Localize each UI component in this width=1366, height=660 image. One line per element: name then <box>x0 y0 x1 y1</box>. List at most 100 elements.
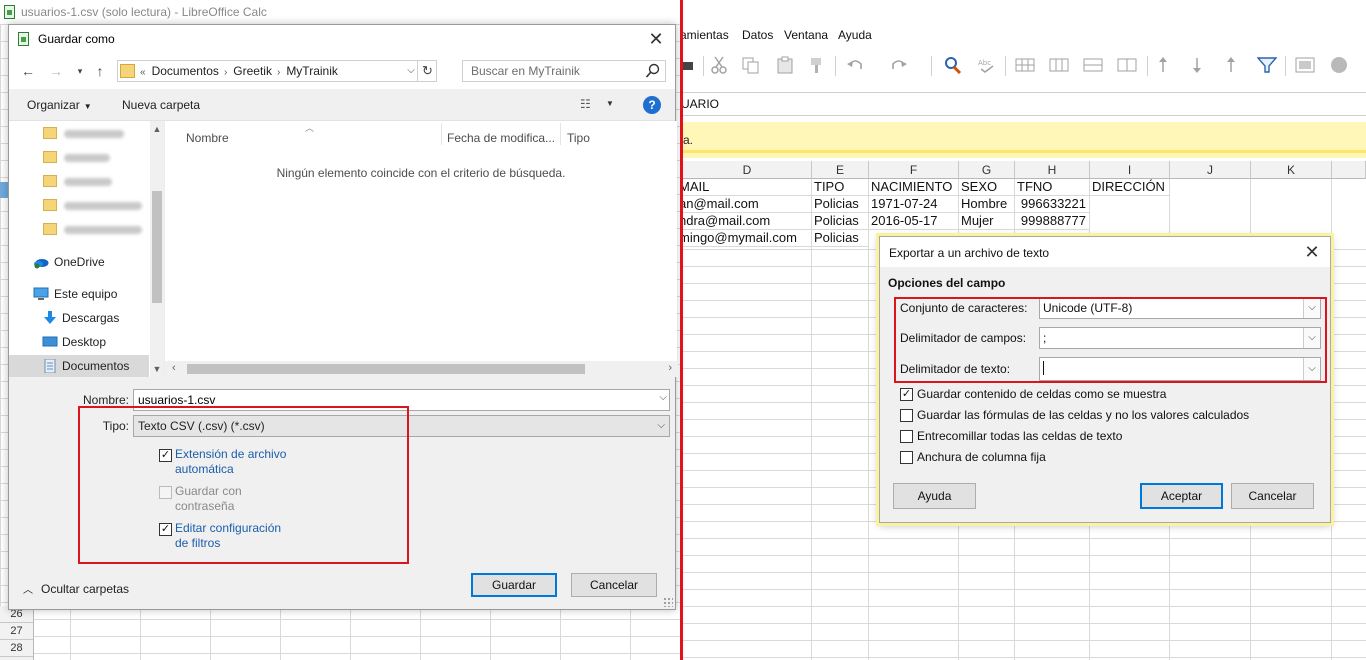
insert-rows-icon[interactable] <box>1083 56 1103 74</box>
option-label[interactable]: Entrecomillar todas las celdas de texto <box>917 429 1122 443</box>
column-header-blank[interactable] <box>1332 161 1366 179</box>
menu-item-data[interactable]: Datos <box>742 28 773 42</box>
menu-item-window[interactable]: Ventana <box>784 28 828 42</box>
insert-columns-icon[interactable] <box>1117 56 1137 74</box>
cell-header-direccion[interactable]: DIRECCIÓN <box>1090 179 1170 196</box>
cell-header-nacimiento[interactable]: NACIMIENTO <box>869 179 959 196</box>
row-number[interactable]: 27 <box>0 623 33 640</box>
sort-descending-icon[interactable] <box>1191 56 1211 74</box>
find-replace-icon[interactable] <box>943 56 963 74</box>
charset-select[interactable]: Unicode (UTF-8) ⌵ <box>1039 297 1321 319</box>
cut-icon[interactable] <box>709 56 729 74</box>
blurred-folder-item[interactable] <box>9 123 149 145</box>
cell-header-sexo[interactable]: SEXO <box>959 179 1015 196</box>
option-label[interactable]: Guardar contenido de celdas como se mues… <box>917 387 1166 401</box>
menu-item-help[interactable]: Ayuda <box>838 28 872 42</box>
auto-extension-checkbox[interactable]: ✓ <box>159 449 172 462</box>
column-header-k[interactable]: K <box>1251 161 1332 179</box>
cell-email[interactable]: an@mail.com <box>683 196 812 213</box>
spellcheck-icon[interactable]: Abc <box>977 56 997 74</box>
cancel-button[interactable]: Cancelar <box>1231 483 1314 509</box>
copy-icon[interactable] <box>741 56 761 74</box>
filename-input[interactable] <box>134 390 649 410</box>
autofilter-icon[interactable] <box>1257 56 1277 74</box>
search-icon[interactable] <box>645 63 661 79</box>
recent-locations-icon[interactable]: ▾ <box>71 61 89 81</box>
nav-item-this-pc[interactable]: Este equipo <box>9 283 149 305</box>
redo-icon[interactable] <box>889 56 909 74</box>
option-checkbox-fixed-width[interactable] <box>900 451 913 464</box>
filename-field[interactable]: ⌵ <box>133 389 670 411</box>
scroll-up-icon[interactable]: ▲ <box>150 124 164 134</box>
scroll-right-icon[interactable]: › <box>668 362 672 374</box>
blurred-folder-item[interactable] <box>9 147 149 169</box>
blurred-folder-item[interactable] <box>9 195 149 217</box>
cell-nacimiento[interactable]: 2016-05-17 <box>869 213 959 230</box>
column-header-h[interactable]: H <box>1015 161 1090 179</box>
option-label[interactable]: Guardar las fórmulas de las celdas y no … <box>917 408 1249 422</box>
password-checkbox[interactable] <box>159 486 172 499</box>
resize-grip[interactable] <box>663 597 673 607</box>
column-header-e[interactable]: E <box>812 161 869 179</box>
chevron-down-icon[interactable]: ⌵ <box>659 392 667 403</box>
search-input[interactable] <box>463 61 643 81</box>
overflow-chevron-icon[interactable]: « <box>140 67 146 78</box>
organize-button[interactable]: Organizar ▼ <box>27 98 92 112</box>
refresh-icon[interactable]: ↻ <box>417 60 437 82</box>
row-icon[interactable] <box>1015 56 1035 74</box>
option-checkbox-formulas[interactable] <box>900 409 913 422</box>
scrollbar-thumb[interactable] <box>152 191 162 303</box>
blurred-folder-item[interactable] <box>9 171 149 193</box>
nav-item-documents[interactable]: Documentos <box>9 355 149 377</box>
column-header-f[interactable]: F <box>869 161 959 179</box>
search-box[interactable] <box>462 60 666 82</box>
nav-item-downloads[interactable]: Descargas <box>9 307 149 329</box>
view-options-icon[interactable]: ☷ <box>580 97 591 111</box>
scroll-down-icon[interactable]: ▼ <box>150 364 164 374</box>
filter-settings-label[interactable]: Editar configuración de filtros <box>175 521 281 551</box>
cell-tipo[interactable]: Policias <box>812 230 869 247</box>
text-delimiter-select[interactable]: ⌵ <box>1039 357 1321 381</box>
up-arrow-icon[interactable]: ↑ <box>91 61 109 81</box>
forward-arrow-icon[interactable]: → <box>47 61 65 81</box>
breadcrumb-item[interactable]: Greetik <box>233 64 272 78</box>
cell-header-tipo[interactable]: TIPO <box>812 179 869 196</box>
chart-icon[interactable] <box>1329 56 1349 74</box>
breadcrumb-item[interactable]: Documentos <box>152 64 219 78</box>
field-delimiter-select[interactable]: ; ⌵ <box>1039 327 1321 349</box>
cell-tipo[interactable]: Policias <box>812 196 869 213</box>
chevron-right-icon[interactable]: › <box>277 67 280 78</box>
image-icon[interactable] <box>1295 56 1315 74</box>
column-header-d[interactable]: D <box>683 161 812 179</box>
column-icon[interactable] <box>1049 56 1069 74</box>
cancel-button[interactable]: Cancelar <box>571 573 657 597</box>
column-header-j[interactable]: J <box>1170 161 1251 179</box>
option-checkbox-as-shown[interactable]: ✓ <box>900 388 913 401</box>
column-divider[interactable] <box>441 123 442 145</box>
back-arrow-icon[interactable]: ← <box>19 61 37 81</box>
breadcrumb-item[interactable]: MyTrainik <box>286 64 338 78</box>
sort-icon[interactable] <box>1157 56 1177 74</box>
file-list-scrollbar[interactable]: ‹ › <box>165 361 678 377</box>
row-number[interactable]: 28 <box>0 640 33 657</box>
chevron-down-icon[interactable]: ⌵ <box>1303 298 1320 318</box>
cell-email[interactable]: ndra@mail.com <box>683 213 812 230</box>
cell-tfno[interactable]: 996633221 <box>1015 196 1090 213</box>
chevron-down-icon[interactable]: ⌵ <box>1303 358 1320 380</box>
save-button[interactable]: Guardar <box>471 573 557 597</box>
chevron-right-icon[interactable]: › <box>224 67 227 78</box>
scrollbar-thumb[interactable] <box>187 364 585 374</box>
chevron-down-icon[interactable]: ⌵ <box>1303 328 1320 348</box>
nav-item-onedrive[interactable]: OneDrive <box>9 251 149 273</box>
cell-email[interactable]: mingo@mymail.com <box>683 230 812 247</box>
menu-item-tools[interactable]: amientas <box>683 28 729 42</box>
close-icon[interactable]: ✕ <box>1300 240 1324 264</box>
cell-nacimiento[interactable]: 1971-07-24 <box>869 196 959 213</box>
column-header-g[interactable]: G <box>959 161 1015 179</box>
new-folder-button[interactable]: Nueva carpeta <box>122 98 200 112</box>
ok-button[interactable]: Aceptar <box>1140 483 1223 509</box>
column-header-name[interactable]: Nombre <box>186 131 229 145</box>
address-bar[interactable]: « Documentos › Greetik › MyTrainik ⌵ ↻ <box>117 60 437 82</box>
cell-sexo[interactable]: Mujer <box>959 213 1015 230</box>
caret-down-icon[interactable]: ▼ <box>606 99 614 108</box>
